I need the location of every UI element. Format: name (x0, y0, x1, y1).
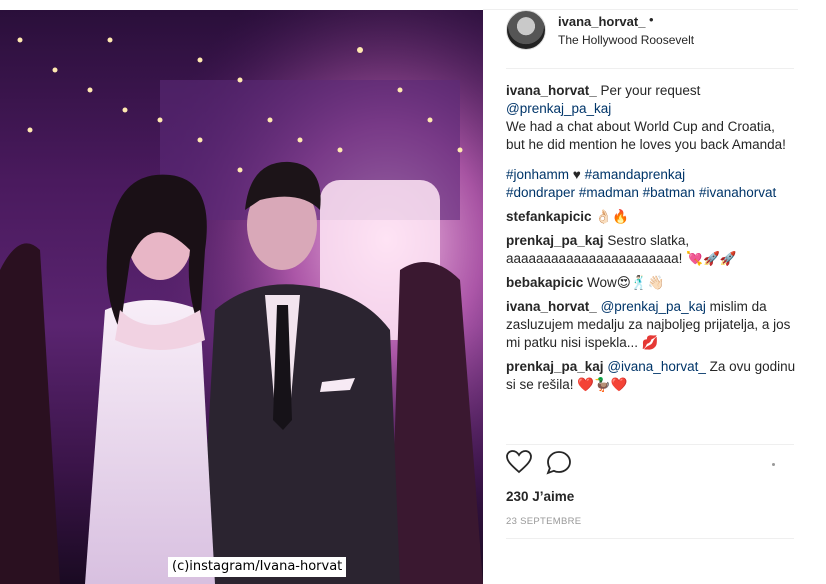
comment-mention[interactable]: @prenkaj_pa_kaj (601, 299, 706, 314)
comment-username[interactable]: prenkaj_pa_kaj (506, 233, 604, 248)
more-dot-icon (772, 463, 775, 466)
list-item: prenkaj_pa_kaj Sestro slatka, aaaaaaaaaa… (506, 232, 796, 268)
caption-text-1: Per your request (596, 83, 701, 98)
follow-dot: • (649, 12, 654, 27)
party-photo-illustration (0, 10, 483, 584)
comment-text: 👌🏻🔥 (591, 209, 629, 224)
hashtag-madman[interactable]: #madman (579, 185, 639, 200)
hashtag-ivanahorvat[interactable]: #ivanahorvat (699, 185, 776, 200)
list-item: stefankapicic 👌🏻🔥 (506, 208, 796, 226)
avatar[interactable] (506, 10, 546, 50)
comment-text: Wow😍🕺🏻👋🏻 (583, 275, 665, 290)
actions-divider (506, 444, 794, 445)
hashtag-dondraper[interactable]: #dondraper (506, 185, 575, 200)
hashtag-batman[interactable]: #batman (643, 185, 696, 200)
heart-icon[interactable] (506, 450, 532, 479)
comment-bubble-icon[interactable] (546, 450, 572, 480)
list-item: ivana_horvat_ @prenkaj_pa_kaj mislim da … (506, 298, 796, 352)
caption-mention[interactable]: @prenkaj_pa_kaj (506, 101, 611, 116)
caption-heart: ♥ (569, 167, 585, 182)
post-location[interactable]: The Hollywood Roosevelt (558, 33, 694, 47)
author-username[interactable]: ivana_horvat_ (558, 14, 645, 29)
hashtag-jonhamm[interactable]: #jonhamm (506, 167, 569, 182)
header-divider (506, 68, 794, 69)
post-actions (506, 450, 796, 476)
post-photo: (c)instagram/Ivana-horvat (0, 10, 483, 584)
hashtag-amandaprenkaj[interactable]: #amandaprenkaj (585, 167, 686, 182)
likes-count[interactable]: 230 J’aime (506, 489, 574, 504)
comment-mention[interactable]: @ivana_horvat_ (607, 359, 706, 374)
comment-username[interactable]: prenkaj_pa_kaj (506, 359, 604, 374)
comment-username[interactable]: stefankapicic (506, 209, 592, 224)
footer-divider (506, 538, 794, 539)
post-header: ivana_horvat_ • The Hollywood Roosevelt (506, 10, 796, 68)
caption: ivana_horvat_ Per your request @prenkaj_… (506, 82, 796, 202)
photo-watermark: (c)instagram/Ivana-horvat (168, 557, 347, 577)
comments-list: ivana_horvat_ Per your request @prenkaj_… (506, 82, 796, 400)
caption-text-2: We had a chat about World Cup and Croati… (506, 119, 786, 152)
caption-username[interactable]: ivana_horvat_ (506, 83, 597, 98)
comment-username[interactable]: ivana_horvat_ (506, 299, 597, 314)
comment-username[interactable]: bebakapicic (506, 275, 583, 290)
post-date: 23 SEPTEMBRE (506, 516, 582, 527)
list-item: bebakapicic Wow😍🕺🏻👋🏻 (506, 274, 796, 292)
list-item: prenkaj_pa_kaj @ivana_horvat_ Za ovu god… (506, 358, 796, 394)
